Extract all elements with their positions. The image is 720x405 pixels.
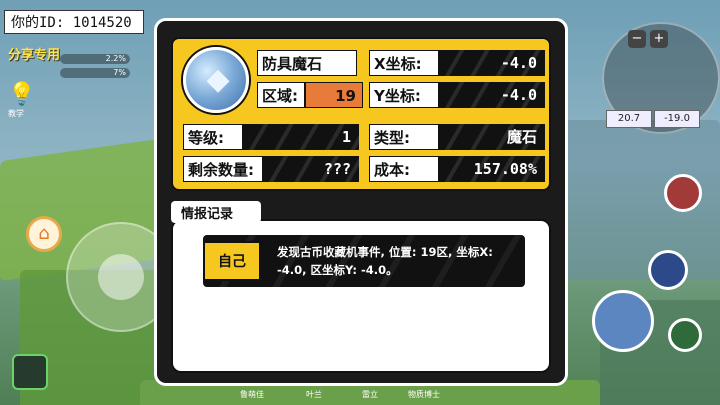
teach-label: 教学 [8, 109, 24, 118]
zoom-out-button[interactable]: − [628, 30, 646, 48]
level-label: 等级: [183, 124, 243, 150]
zoom-in-button[interactable]: + [650, 30, 668, 48]
cost-label: 成本: [369, 156, 439, 182]
level-value: 1 [243, 124, 359, 150]
type-value: 魔石 [439, 124, 545, 150]
bag-button[interactable]: ⌂ [26, 216, 62, 252]
y-coord-label: Y坐标: [369, 82, 439, 108]
type-label: 类型: [369, 124, 439, 150]
player-id-label: 你的ID: 1014520 [4, 10, 144, 34]
minimap-coord-x: 20.7 [606, 110, 652, 128]
share-label: 分享专用 [8, 48, 61, 63]
stat-bar-2: 7% [60, 68, 130, 78]
x-coord-label: X坐标: [369, 50, 439, 76]
item-avatar: ◆ [183, 47, 249, 113]
skill-button[interactable] [664, 174, 702, 212]
region-label: 区域: [257, 82, 305, 108]
intel-log-header: 情报记录 [171, 201, 261, 223]
remaining-value: ??? [263, 156, 359, 182]
minimap-coord-y: -19.0 [654, 110, 700, 128]
joystick-knob[interactable] [98, 254, 144, 300]
attack-button[interactable] [592, 290, 654, 352]
bottom-menu-item[interactable]: 物质博士 [408, 389, 440, 400]
bottom-menu-item[interactable]: 鲁萌佳 [240, 389, 264, 400]
log-entry[interactable]: 自己 发现古币收藏机事件, 位置: 19区, 坐标X: -4.0, 区坐标Y: … [203, 235, 525, 287]
skill-button[interactable] [648, 250, 688, 290]
bottom-menu-item[interactable]: 雷立 [362, 389, 378, 400]
x-coord-value: -4.0 [439, 50, 545, 76]
skill-button[interactable] [668, 318, 702, 352]
cost-value: 157.08% [439, 156, 545, 182]
item-name: 防具魔石 [257, 50, 357, 76]
item-info-card: ◆ 防具魔石 X坐标: -4.0 区域: 19 Y坐标: -4.0 等级: 1 … [171, 37, 551, 191]
item-info-dialog: ◆ 防具魔石 X坐标: -4.0 区域: 19 Y坐标: -4.0 等级: 1 … [154, 18, 568, 386]
log-entry-tag: 自己 [203, 241, 261, 281]
y-coord-value: -4.0 [439, 82, 545, 108]
map-button[interactable] [12, 354, 48, 390]
bottom-menu-item[interactable]: 叶兰 [306, 389, 322, 400]
gem-icon: ◆ [206, 62, 230, 97]
log-entry-text: 发现古币收藏机事件, 位置: 19区, 坐标X: -4.0, 区坐标Y: -4.… [277, 245, 493, 277]
remaining-label: 剩余数量: [183, 156, 263, 182]
stat-bar-1: 2.2% [60, 54, 130, 64]
region-value: 19 [305, 82, 363, 108]
intel-log-panel[interactable]: 自己 发现古币收藏机事件, 位置: 19区, 坐标X: -4.0, 区坐标Y: … [171, 219, 551, 373]
